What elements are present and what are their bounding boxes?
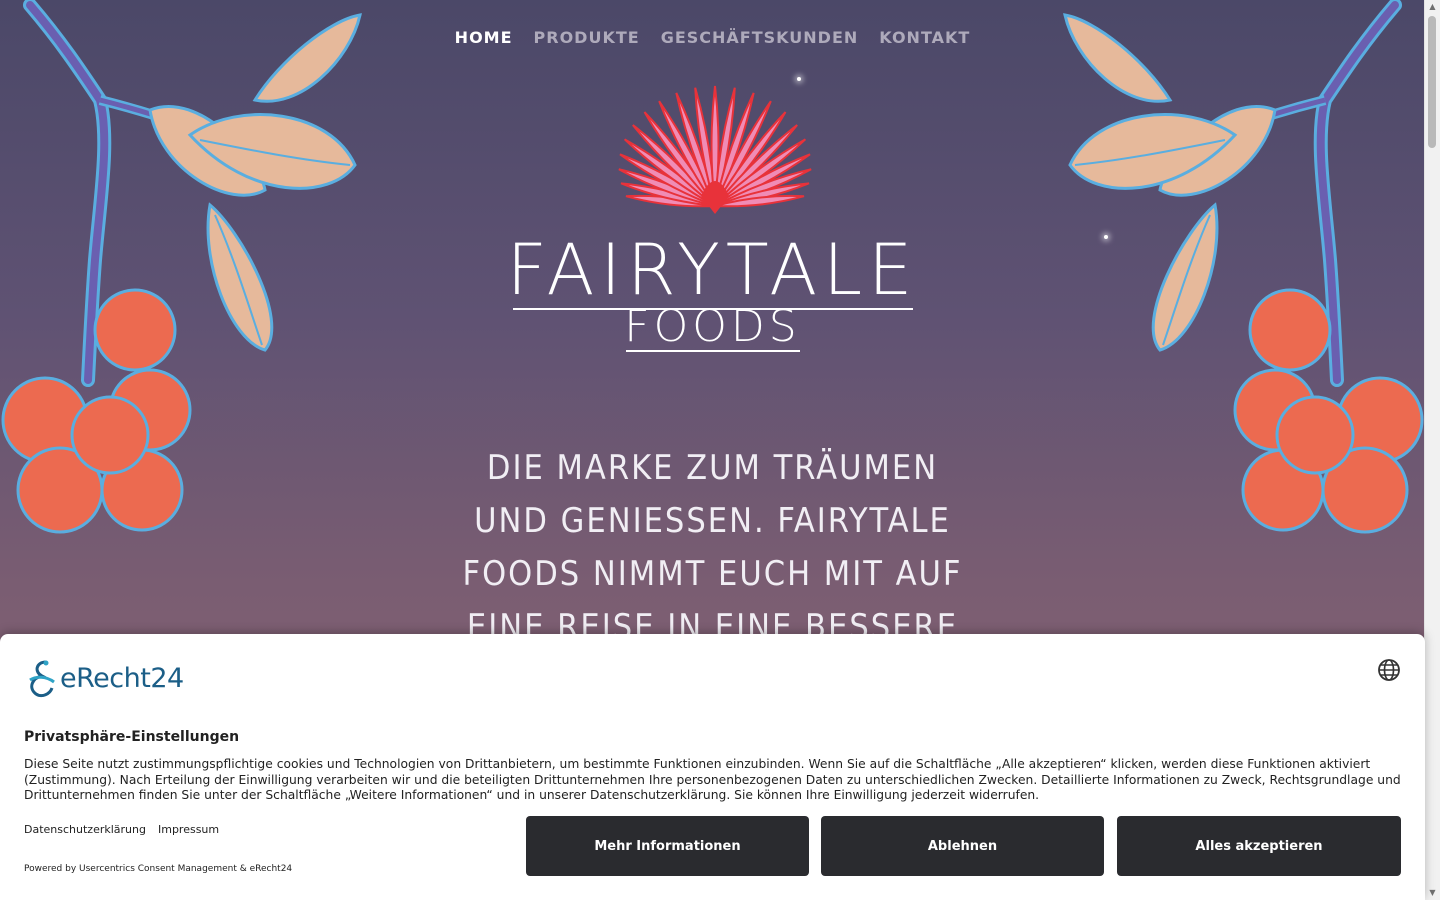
- brand-logo[interactable]: FAIRYTALE FOODS: [0, 232, 1425, 352]
- hero-tagline: DIE MARKE ZUM TRÄUMEN UND GENIESSEN. FAI…: [0, 442, 1425, 654]
- scroll-up-arrow-icon[interactable]: ▲: [1425, 0, 1440, 14]
- erecht24-logo: eRecht24: [24, 658, 184, 698]
- brand-name-line2: FOODS: [624, 301, 801, 352]
- privacy-policy-link[interactable]: Datenschutzerklärung: [24, 823, 146, 836]
- scrollbar-thumb[interactable]: [1428, 16, 1436, 148]
- globe-icon[interactable]: [1377, 658, 1401, 682]
- consent-title: Privatsphäre-Einstellungen: [24, 729, 240, 745]
- erecht24-logo-text: eRecht24: [60, 662, 184, 694]
- consent-links: Datenschutzerklärung Impressum: [24, 823, 219, 836]
- powered-by-text: Powered by Usercentrics Consent Manageme…: [24, 864, 293, 874]
- nav-home[interactable]: HOME: [455, 28, 513, 47]
- nav-geschaeftskunden[interactable]: GESCHÄFTSKUNDEN: [661, 28, 859, 47]
- decline-button[interactable]: Ablehnen: [821, 816, 1104, 876]
- more-information-button[interactable]: Mehr Informationen: [526, 816, 809, 876]
- imprint-link[interactable]: Impressum: [158, 823, 219, 836]
- tagline-line: DIE MARKE ZUM TRÄUMEN: [486, 448, 939, 488]
- main-navigation: HOME PRODUKTE GESCHÄFTSKUNDEN KONTAKT: [0, 28, 1425, 47]
- consent-description: Diese Seite nutzt zustimmungspflichtige …: [24, 757, 1401, 803]
- scroll-down-arrow-icon[interactable]: ▼: [1425, 886, 1440, 900]
- fan-flower-icon: [618, 85, 812, 214]
- tagline-line: UND GENIESSEN. FAIRYTALE: [474, 501, 951, 541]
- nav-kontakt[interactable]: KONTAKT: [879, 28, 970, 47]
- cookie-consent-banner: eRecht24 Privatsphäre-Einstellungen Dies…: [0, 634, 1425, 900]
- accept-all-button[interactable]: Alles akzeptieren: [1117, 816, 1401, 876]
- erecht24-symbol-icon: [29, 660, 55, 698]
- nav-produkte[interactable]: PRODUKTE: [534, 28, 640, 47]
- tagline-line: FOODS NIMMT EUCH MIT AUF: [462, 554, 963, 594]
- page-scrollbar[interactable]: ▲ ▼: [1424, 0, 1440, 900]
- brand-name-line1: FAIRYTALE: [506, 229, 919, 311]
